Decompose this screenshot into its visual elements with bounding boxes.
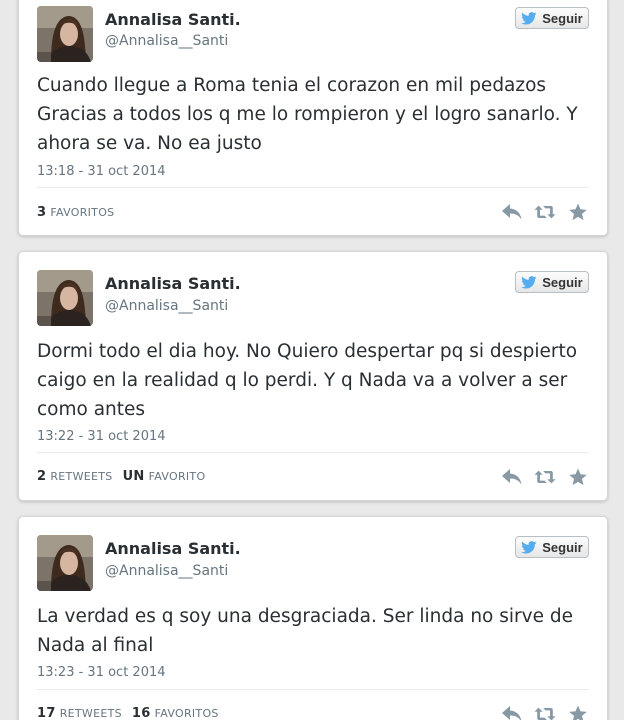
retweet-icon[interactable] bbox=[534, 468, 556, 486]
author-handle[interactable]: @Annalisa__Santi bbox=[105, 563, 228, 579]
tweet-actions bbox=[501, 467, 589, 487]
twitter-bird-icon bbox=[521, 541, 537, 554]
favorite-star-icon[interactable] bbox=[567, 705, 589, 720]
twitter-bird-icon bbox=[521, 12, 537, 25]
tweet-timestamp[interactable]: 13:18 - 31 oct 2014 bbox=[37, 164, 166, 179]
retweets-count: 2 bbox=[37, 469, 47, 484]
favorites-label: FAVORITOS bbox=[50, 206, 115, 219]
tweet-timestamp[interactable]: 13:23 - 31 oct 2014 bbox=[37, 665, 166, 680]
favorites-count: UN bbox=[122, 469, 145, 484]
follow-label: Seguir bbox=[542, 10, 583, 26]
follow-button[interactable]: Seguir bbox=[515, 271, 589, 293]
favorites-label: FAVORITO bbox=[148, 470, 206, 483]
tweet-text: Dormi todo el dia hoy. No Quiero despert… bbox=[37, 341, 578, 420]
author-handle[interactable]: @Annalisa__Santi bbox=[105, 298, 228, 314]
author-name[interactable]: Annalisa Santi. bbox=[105, 10, 241, 29]
follow-label: Seguir bbox=[542, 539, 583, 555]
tweet-timestamp[interactable]: 13:22 - 31 oct 2014 bbox=[37, 429, 166, 444]
follow-button[interactable]: Seguir bbox=[515, 7, 589, 29]
author-name[interactable]: Annalisa Santi. bbox=[105, 274, 241, 293]
tweet-card: Annalisa Santi. @Annalisa__Santi Seguir … bbox=[18, 0, 608, 236]
tweet-actions bbox=[501, 704, 589, 720]
retweet-icon[interactable] bbox=[534, 705, 556, 720]
tweet-actions bbox=[501, 202, 589, 222]
tweet-stats: 2 RETWEETS UN FAVORITO bbox=[37, 469, 205, 484]
avatar[interactable] bbox=[37, 535, 93, 591]
tweet-stats: 3 FAVORITOS bbox=[37, 205, 114, 220]
tweet-text: Cuando llegue a Roma tenia el corazon en… bbox=[37, 75, 578, 154]
tweet-card: Annalisa Santi. @Annalisa__Santi Seguir … bbox=[18, 516, 608, 720]
tweet-card: Annalisa Santi. @Annalisa__Santi Seguir … bbox=[18, 251, 608, 501]
favorite-star-icon[interactable] bbox=[567, 203, 589, 221]
retweets-label: RETWEETS bbox=[59, 707, 122, 720]
favorite-star-icon[interactable] bbox=[567, 468, 589, 486]
divider bbox=[37, 187, 589, 188]
retweets-stat[interactable]: 17 RETWEETS bbox=[37, 706, 122, 720]
favorites-count: 3 bbox=[37, 205, 47, 220]
tweet-feed: Annalisa Santi. @Annalisa__Santi Seguir … bbox=[0, 0, 624, 720]
divider bbox=[37, 452, 589, 453]
reply-icon[interactable] bbox=[501, 468, 523, 486]
follow-button[interactable]: Seguir bbox=[515, 536, 589, 558]
retweets-label: RETWEETS bbox=[50, 470, 113, 483]
favorites-stat[interactable]: 16 FAVORITOS bbox=[131, 706, 219, 720]
author-name[interactable]: Annalisa Santi. bbox=[105, 539, 241, 558]
reply-icon[interactable] bbox=[501, 705, 523, 720]
divider bbox=[37, 689, 589, 690]
author-handle[interactable]: @Annalisa__Santi bbox=[105, 33, 228, 49]
retweets-count: 17 bbox=[37, 706, 56, 720]
avatar[interactable] bbox=[37, 6, 93, 62]
follow-label: Seguir bbox=[542, 274, 583, 290]
avatar[interactable] bbox=[37, 270, 93, 326]
reply-icon[interactable] bbox=[501, 203, 523, 221]
favorites-count: 16 bbox=[131, 706, 151, 720]
favorites-label: FAVORITOS bbox=[154, 707, 219, 720]
twitter-bird-icon bbox=[521, 276, 537, 289]
tweet-stats: 17 RETWEETS 16 FAVORITOS bbox=[37, 706, 219, 720]
tweet-text: La verdad es q soy una desgraciada. Ser … bbox=[37, 606, 573, 656]
retweets-stat[interactable]: 2 RETWEETS bbox=[37, 469, 113, 484]
favorites-stat[interactable]: 3 FAVORITOS bbox=[37, 205, 115, 220]
retweet-icon[interactable] bbox=[534, 203, 556, 221]
favorites-stat[interactable]: UN FAVORITO bbox=[122, 469, 206, 484]
